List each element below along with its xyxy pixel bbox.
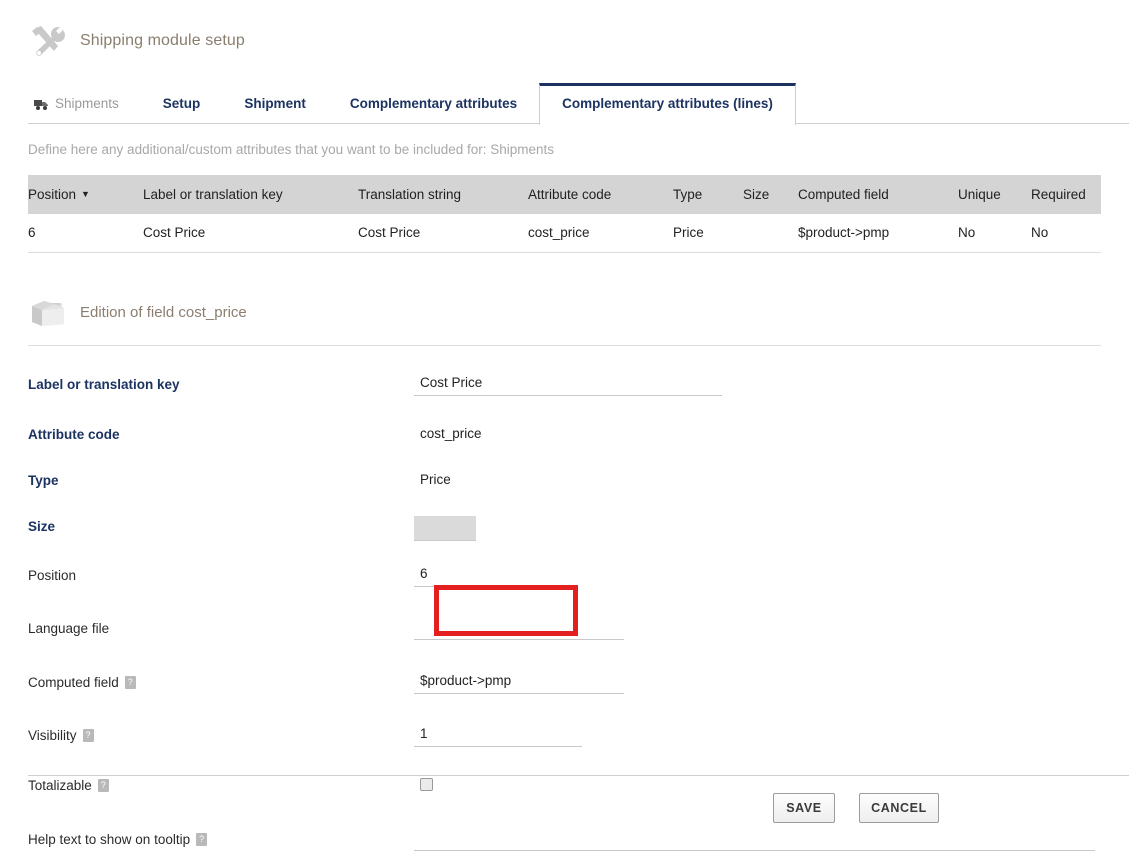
field-row-position: Position [0,564,1129,601]
cell-type: Price [673,214,743,253]
form-actions: SAVE CANCEL [0,793,1129,823]
column-header-attribute-code[interactable]: Attribute code [528,175,673,214]
computed-field-label-text: Computed field [28,675,119,690]
column-header-position-label: Position [28,187,77,202]
field-row-help-text: Help text to show on tooltip ? [0,828,1129,865]
help-text-input[interactable] [414,828,1095,851]
field-row-attribute-code: Attribute code cost_price [0,424,1129,460]
field-row-computed-field: Computed field ? [0,671,1129,708]
section-divider [28,344,1101,346]
cell-unique: No [958,214,1031,253]
position-input[interactable] [414,564,479,587]
column-header-unique[interactable]: Unique [958,175,1031,214]
visibility-label: Visibility ? [0,725,414,747]
tab-shipment-label: Shipment [244,96,306,111]
help-icon-help-text[interactable]: ? [196,833,208,846]
language-file-label: Language file [28,621,110,636]
cell-computed-field: $product->pmp [798,214,958,253]
cell-size [743,214,798,253]
table-row[interactable]: 6 Cost Price Cost Price cost_price Price… [28,214,1101,253]
column-header-label-key[interactable]: Label or translation key [143,175,358,214]
tab-complementary-attributes[interactable]: Complementary attributes [328,85,539,124]
truck-icon [34,98,49,111]
tools-icon [28,24,68,58]
edit-form: Label or translation key Attribute code … [0,373,1129,865]
help-icon-visibility[interactable]: ? [82,729,94,742]
help-text-label: Help text to show on tooltip ? [0,829,414,851]
edit-section-header: Edition of field cost_price [28,297,1129,329]
help-icon-totalizable[interactable]: ? [97,779,109,792]
column-header-required[interactable]: Required [1031,175,1101,214]
position-label: Position [28,568,77,583]
computed-field-label: Computed field ? [0,672,414,694]
tab-shipments[interactable]: Shipments [28,85,141,124]
help-icon-computed-field[interactable]: ? [124,676,136,689]
column-header-position[interactable]: Position ▼ [28,175,143,214]
column-header-size[interactable]: Size [743,175,798,214]
cell-label-key: Cost Price [143,214,358,253]
totalizable-label-text: Totalizable [28,778,92,793]
tab-complementary-attributes-lines[interactable]: Complementary attributes (lines) [539,83,796,125]
column-header-type[interactable]: Type [673,175,743,214]
table-header-row: Position ▼ Label or translation key Trans… [28,175,1101,214]
language-file-input[interactable] [414,617,624,640]
tab-complementary-attributes-label: Complementary attributes [349,96,518,111]
column-header-translation-string[interactable]: Translation string [358,175,528,214]
size-input[interactable] [414,515,476,541]
tab-setup-label: Setup [162,96,201,111]
cell-required: No [1031,214,1101,253]
field-row-size: Size [0,515,1129,552]
cell-attribute-code: cost_price [528,214,673,253]
visibility-input[interactable] [414,724,582,747]
field-row-label-key: Label or translation key [0,373,1129,410]
field-row-visibility: Visibility ? [0,724,1129,761]
folder-icon [28,297,68,329]
attribute-code-label: Attribute code [28,427,120,442]
type-value: Price [420,471,451,487]
cell-translation-string: Cost Price [358,214,528,253]
tab-complementary-attributes-lines-label: Complementary attributes (lines) [562,96,773,111]
tab-setup[interactable]: Setup [141,85,223,124]
totalizable-checkbox[interactable] [420,777,433,791]
footer-divider [28,775,1129,776]
attribute-code-value: cost_price [420,425,482,441]
tab-shipment[interactable]: Shipment [222,85,328,124]
tab-shipments-label: Shipments [55,96,119,111]
size-label: Size [28,519,56,534]
type-label: Type [28,473,59,488]
label-key-input[interactable] [414,373,722,396]
label-key-label: Label or translation key [28,377,180,392]
tab-bar: Shipments Setup Shipment Complementary a… [0,82,1129,125]
help-text-label-text: Help text to show on tooltip [28,832,191,847]
cell-position: 6 [28,214,143,253]
column-header-computed-field[interactable]: Computed field [798,175,958,214]
field-row-type: Type Price [0,470,1129,506]
field-row-language-file: Language file [0,617,1129,654]
cancel-button[interactable]: CANCEL [859,793,939,823]
sort-desc-icon: ▼ [81,189,90,199]
visibility-label-text: Visibility [28,728,77,743]
computed-field-input[interactable] [414,671,624,694]
attributes-table: Position ▼ Label or translation key Trans… [28,175,1101,253]
page-title: Shipping module setup [80,32,245,49]
section-description: Define here any additional/custom attrib… [28,142,555,157]
save-button[interactable]: SAVE [773,793,835,823]
page-header: Shipping module setup [0,0,1129,62]
edit-section-title: Edition of field cost_price [80,304,247,321]
